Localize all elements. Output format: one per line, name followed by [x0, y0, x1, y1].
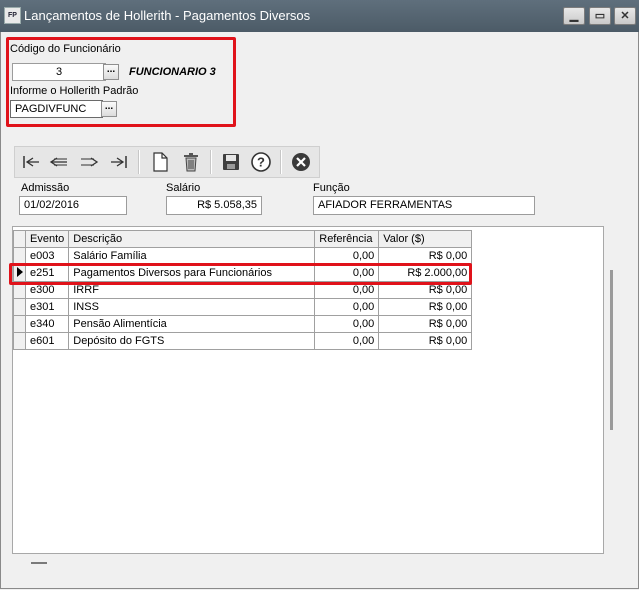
delete-icon	[184, 153, 198, 172]
last-record-icon	[111, 156, 127, 168]
previous-record-button[interactable]	[47, 150, 71, 174]
cell-evento[interactable]: e301	[24, 298, 70, 316]
employee-section-highlight	[6, 37, 236, 127]
cell-descricao[interactable]: Pensão Alimentícia	[68, 315, 316, 333]
table-row[interactable]: e301 INSS 0,00 R$ 0,00	[13, 298, 473, 316]
table-row[interactable]: e340 Pensão Alimentícia 0,00 R$ 0,00	[13, 315, 473, 333]
grid-vertical-scrollbar[interactable]	[610, 270, 613, 430]
cell-descricao[interactable]: Salário Família	[68, 247, 316, 265]
maximize-button[interactable]: ▭	[589, 7, 611, 25]
delete-button[interactable]	[179, 150, 203, 174]
row-indicator	[13, 315, 26, 333]
events-table: Evento Descrição Referência Valor ($) e0…	[13, 230, 473, 350]
window-title: Lançamentos de Hollerith - Pagamentos Di…	[24, 8, 311, 23]
next-record-button[interactable]	[77, 150, 101, 174]
column-header-evento[interactable]: Evento	[24, 230, 70, 248]
funcao-label: Função	[313, 182, 350, 194]
grid-footer-marker	[31, 562, 47, 564]
column-header-descricao[interactable]: Descrição	[68, 230, 316, 248]
cell-descricao[interactable]: Depósito do FGTS	[68, 332, 316, 350]
svg-text:?: ?	[257, 155, 265, 170]
salario-field[interactable]: R$ 5.058,35	[166, 196, 262, 215]
new-document-icon	[153, 152, 168, 172]
row-indicator-header	[13, 230, 26, 248]
admissao-field[interactable]: 01/02/2016	[19, 196, 127, 215]
table-row[interactable]: e601 Depósito do FGTS 0,00 R$ 0,00	[13, 332, 473, 350]
admissao-label: Admissão	[21, 182, 70, 194]
save-icon	[223, 154, 239, 170]
toolbar-separator	[138, 150, 140, 174]
last-record-button[interactable]	[107, 150, 131, 174]
column-header-valor[interactable]: Valor ($)	[378, 230, 473, 248]
next-record-icon	[81, 157, 99, 167]
save-button[interactable]	[219, 150, 243, 174]
toolbar-separator	[280, 150, 282, 174]
app-icon: FP	[4, 7, 21, 24]
cell-referencia[interactable]: 0,00	[314, 332, 380, 350]
cell-referencia[interactable]: 0,00	[314, 298, 380, 316]
close-button[interactable]: ✕	[614, 7, 636, 25]
minimize-icon: ▁	[569, 10, 579, 22]
table-row[interactable]: e003 Salário Família 0,00 R$ 0,00	[13, 247, 473, 265]
help-button[interactable]: ?	[249, 150, 273, 174]
cell-descricao[interactable]: INSS	[68, 298, 316, 316]
previous-record-icon	[49, 157, 67, 167]
record-toolbar: ?	[14, 146, 320, 178]
cell-valor[interactable]: R$ 0,00	[378, 315, 473, 333]
cell-valor[interactable]: R$ 0,00	[378, 332, 473, 350]
cancel-button[interactable]	[289, 150, 313, 174]
new-document-button[interactable]	[148, 150, 172, 174]
first-record-button[interactable]	[19, 150, 43, 174]
help-icon: ?	[251, 152, 271, 172]
first-record-icon	[23, 156, 39, 168]
column-header-referencia[interactable]: Referência	[314, 230, 380, 248]
minimize-button[interactable]: ▁	[563, 7, 585, 25]
maximize-icon: ▭	[594, 10, 606, 22]
title-bar[interactable]: FP Lançamentos de Hollerith - Pagamentos…	[0, 0, 639, 32]
cell-referencia[interactable]: 0,00	[314, 247, 380, 265]
toolbar-separator	[210, 150, 212, 174]
cell-valor[interactable]: R$ 0,00	[378, 298, 473, 316]
cancel-icon	[292, 153, 310, 171]
cell-evento[interactable]: e601	[24, 332, 70, 350]
funcao-field[interactable]: AFIADOR FERRAMENTAS	[313, 196, 535, 215]
cell-evento[interactable]: e003	[24, 247, 70, 265]
salario-label: Salário	[166, 182, 201, 194]
grid-header-row: Evento Descrição Referência Valor ($)	[13, 230, 473, 248]
row-indicator	[13, 332, 26, 350]
row-indicator	[13, 298, 26, 316]
cell-valor[interactable]: R$ 0,00	[378, 247, 473, 265]
cell-referencia[interactable]: 0,00	[314, 315, 380, 333]
cell-evento[interactable]: e340	[24, 315, 70, 333]
row-indicator	[13, 247, 26, 265]
selected-row-highlight	[9, 263, 472, 285]
close-icon: ✕	[620, 10, 630, 22]
